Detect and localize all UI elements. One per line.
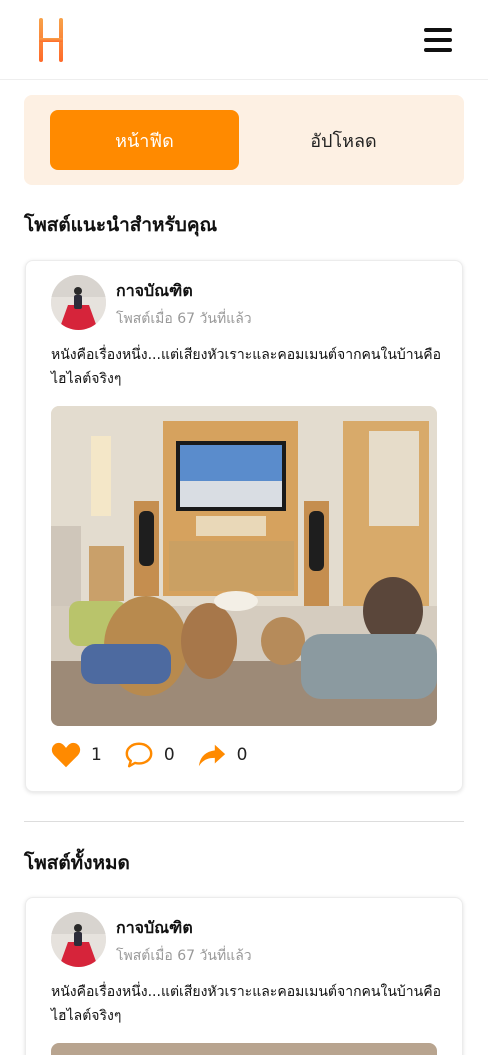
recommended-section-title: โพสต์แนะนำสำหรับคุณ — [24, 214, 218, 236]
avatar[interactable] — [51, 275, 106, 330]
brand-logo-icon[interactable] — [36, 16, 66, 64]
share-arrow-icon — [198, 744, 225, 767]
post-text: หนังคือเรื่องหนึ่ง...แต่เสียงหัวเราะและค… — [51, 984, 441, 1024]
section-divider — [24, 821, 464, 822]
post-timestamp: โพสต์เมื่อ 67 วันที่แล้ว — [116, 311, 252, 327]
like-count: 1 — [91, 745, 102, 765]
menu-bar — [424, 28, 452, 32]
share-count: 0 — [236, 745, 248, 765]
comment-button[interactable]: 0 — [124, 740, 175, 770]
comment-icon — [125, 742, 153, 768]
post-timestamp: โพสต์เมื่อ 67 วันที่แล้ว — [116, 948, 252, 964]
post-image[interactable] — [51, 1043, 437, 1055]
post-image[interactable] — [51, 406, 437, 726]
post-card[interactable]: กาจบัณฑิต โพสต์เมื่อ 67 วันที่แล้ว หนังค… — [25, 897, 463, 1055]
post-author[interactable]: กาจบัณฑิต — [116, 279, 193, 304]
comment-count: 0 — [163, 745, 175, 765]
tab-upload[interactable]: อัปโหลด — [249, 110, 438, 170]
top-header — [0, 0, 488, 80]
avatar[interactable] — [51, 912, 106, 967]
post-text: หนังคือเรื่องหนึ่ง...แต่เสียงหัวเราะและค… — [51, 347, 441, 387]
tab-feed[interactable]: หน้าฟีด — [50, 110, 239, 170]
hamburger-menu-button[interactable] — [422, 26, 454, 54]
feed-tabs: หน้าฟีด อัปโหลด — [24, 95, 464, 185]
menu-bar — [424, 38, 452, 42]
all-posts-section-title: โพสต์ทั้งหมด — [24, 852, 130, 874]
like-button[interactable]: 1 — [51, 740, 102, 770]
menu-bar — [424, 48, 452, 52]
recommended-post-card[interactable]: กาจบัณฑิต โพสต์เมื่อ 67 วันที่แล้ว หนังค… — [25, 260, 463, 792]
heart-icon — [51, 742, 81, 768]
post-author[interactable]: กาจบัณฑิต — [116, 916, 193, 941]
post-actions: 1 0 0 — [51, 739, 269, 771]
share-button[interactable]: 0 — [197, 740, 248, 770]
